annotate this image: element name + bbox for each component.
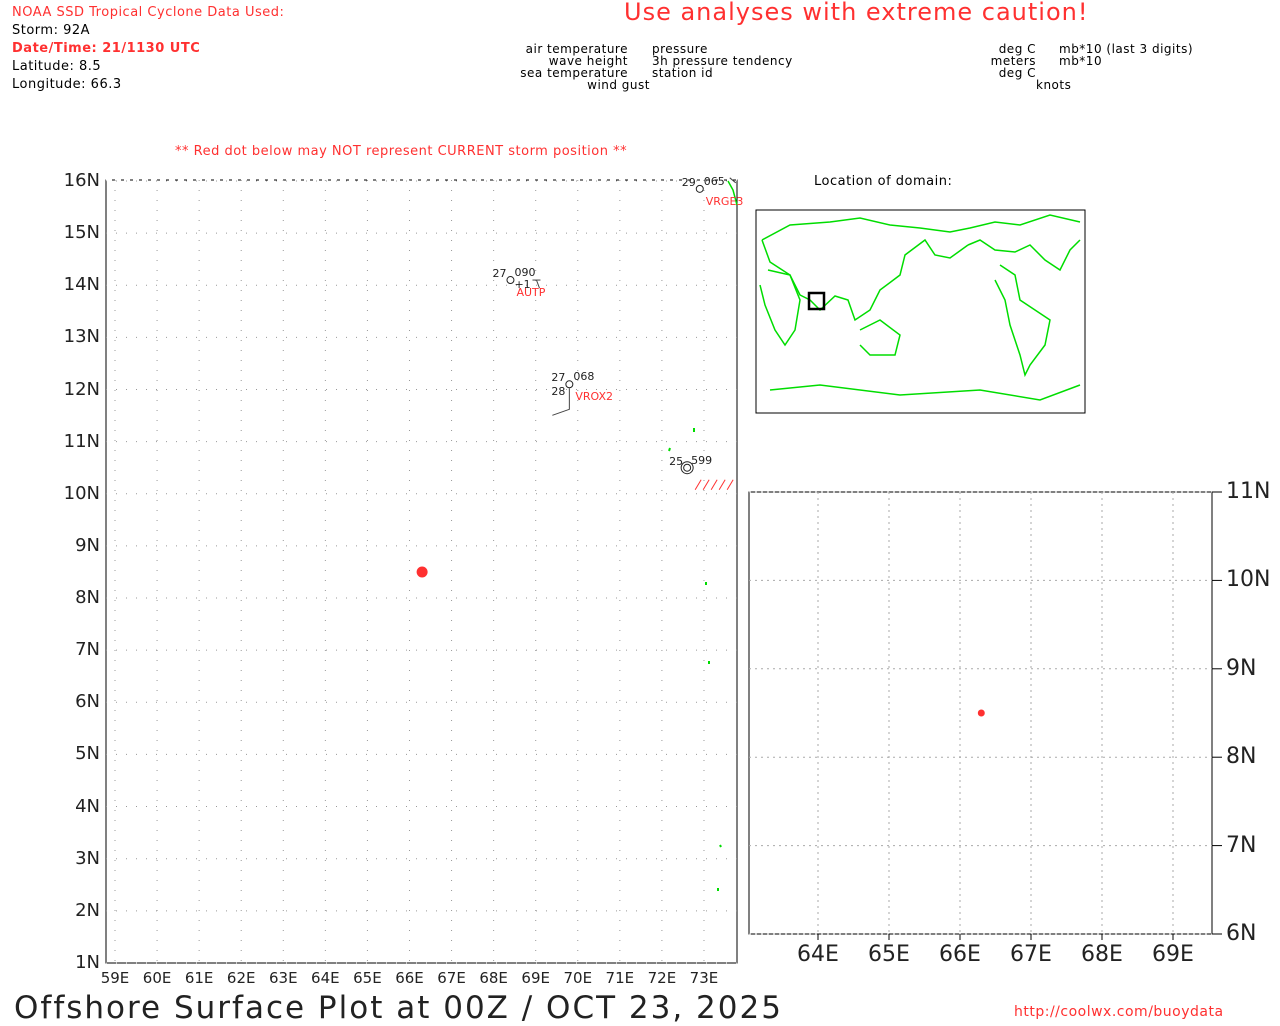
- locator-frame: [755, 209, 1086, 414]
- wave-hatch: [718, 479, 726, 490]
- lon-label: 63E: [268, 969, 298, 987]
- station-id: VROX2: [575, 390, 614, 404]
- inset-lat-label: 7N: [1226, 832, 1257, 858]
- station-circle: [683, 463, 692, 472]
- station-air-temp: 27: [551, 371, 566, 385]
- inset-lat-label: 9N: [1226, 655, 1257, 681]
- lat-label: 9N: [75, 534, 100, 556]
- lon-label: 73E: [689, 969, 719, 987]
- lat-label: 14N: [63, 274, 100, 296]
- inset-storm-dot: [977, 709, 985, 717]
- station-circle: [695, 184, 704, 193]
- station-air-temp: 25: [669, 454, 684, 468]
- lat-label: 13N: [63, 326, 100, 348]
- station-circle: [506, 276, 515, 285]
- station-pressure: 065: [703, 174, 725, 188]
- lat-label: 6N: [75, 691, 100, 713]
- lat-label: 10N: [63, 482, 100, 504]
- lon-label: 62E: [226, 969, 256, 987]
- lon-label: 66E: [395, 969, 424, 987]
- inset-lat-label: 8N: [1226, 744, 1257, 770]
- lat-label: 15N: [63, 222, 100, 244]
- inset-lon-label: 64E: [797, 942, 839, 967]
- lon-label: 60E: [142, 969, 172, 987]
- inset-lon-label: 69E: [1152, 942, 1194, 967]
- lat-label: 8N: [75, 587, 100, 609]
- station-sea-temp: 28: [551, 385, 566, 399]
- inset-lon-label: 68E: [1081, 942, 1123, 967]
- station-circle: [565, 380, 574, 389]
- map-canvas: [105, 177, 1222, 964]
- station-pressure: 068: [573, 370, 595, 384]
- lat-label: 11N: [63, 430, 100, 452]
- station-id: AUTP: [516, 286, 546, 300]
- inset-lat-label: 11N: [1226, 479, 1271, 504]
- lon-label: 61E: [184, 969, 214, 987]
- wave-hatch: [726, 479, 734, 490]
- lon-label: 68E: [479, 969, 508, 987]
- wave-hatch: [710, 479, 718, 490]
- island: [719, 844, 722, 848]
- storm-position-dot: [416, 566, 428, 578]
- lon-label: 70E: [563, 969, 593, 987]
- station-id: VRGE3: [705, 194, 744, 208]
- lon-label: 67E: [437, 969, 466, 987]
- lat-label: 4N: [75, 795, 100, 817]
- station-air-temp: 29: [681, 175, 696, 189]
- inset-lon-label: 66E: [939, 942, 981, 967]
- station-pressure: 599: [691, 453, 713, 467]
- lat-label: 16N: [63, 170, 100, 191]
- wave-hatch: [694, 479, 702, 490]
- lon-label: 69E: [521, 969, 550, 987]
- lon-label: 65E: [353, 969, 382, 987]
- lon-label: 72E: [647, 969, 677, 987]
- island: [668, 447, 671, 452]
- lat-label: 12N: [63, 378, 100, 400]
- lon-label: 59E: [100, 969, 130, 987]
- station-air-temp: 27: [492, 267, 507, 281]
- lon-label: 71E: [605, 969, 635, 987]
- lat-label: 5N: [75, 743, 100, 765]
- inset-lon-label: 67E: [1010, 942, 1052, 967]
- lat-label: 1N: [75, 951, 100, 973]
- lat-label: 7N: [75, 639, 100, 661]
- wave-hatch: [702, 479, 710, 490]
- lat-label: 3N: [75, 847, 100, 869]
- inset-lat-label: 6N: [1226, 921, 1257, 946]
- inset-lon-label: 65E: [868, 942, 910, 967]
- lon-label: 64E: [311, 969, 340, 987]
- inset-lat-label: 10N: [1226, 567, 1271, 593]
- lat-label: 2N: [75, 899, 100, 921]
